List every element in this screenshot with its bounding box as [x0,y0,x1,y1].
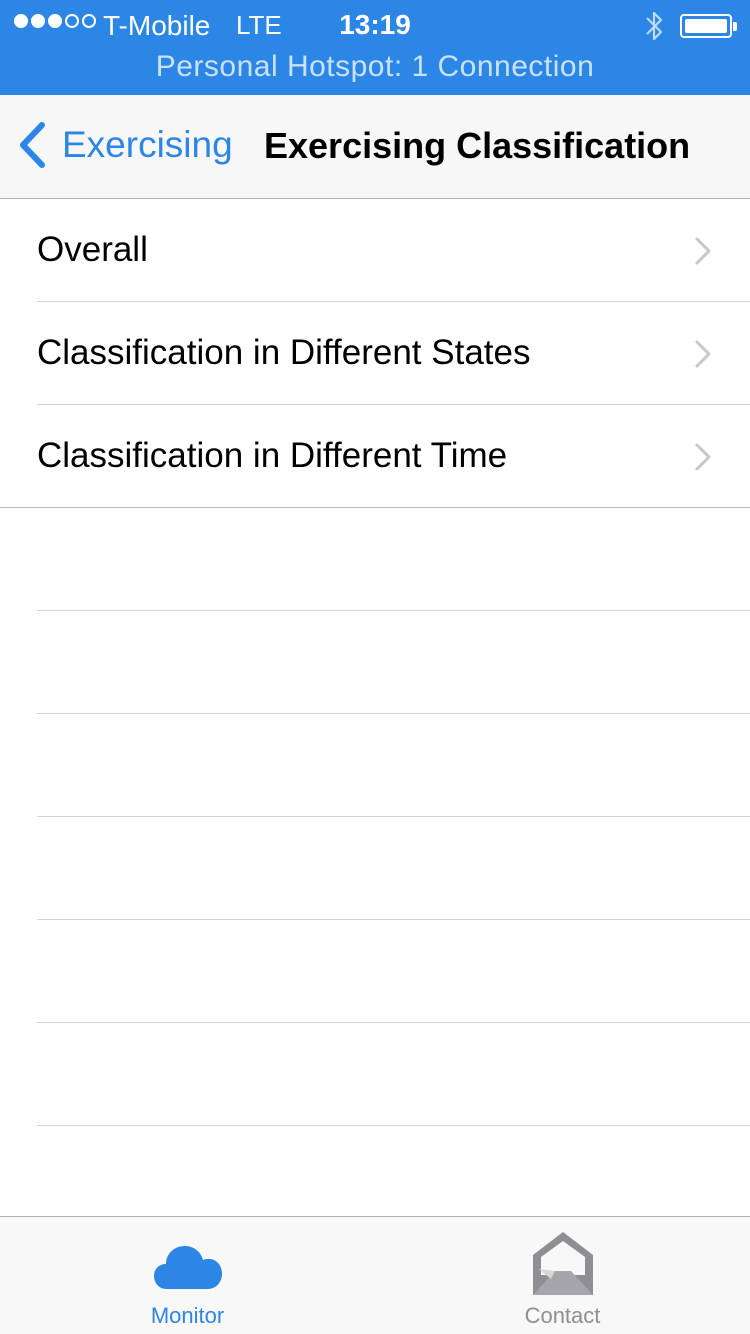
tab-bar: Monitor Contact [0,1216,750,1334]
empty-row [37,817,750,920]
navigation-bar: Exercising Exercising Classification [0,95,750,199]
chevron-right-icon [695,340,711,368]
empty-row [37,611,750,714]
clock: 13:19 [339,9,411,40]
tab-label: Contact [524,1303,601,1328]
back-button-label: Exercising [62,124,233,165]
chevron-right-icon [695,237,711,265]
envelope-icon [532,1232,593,1295]
empty-row [37,920,750,1023]
status-bar: T-Mobile LTE 13:19 Personal Hotspot: 1 C… [0,0,750,95]
list-item-overall[interactable]: Overall [37,199,750,302]
list-item-different-states[interactable]: Classification in Different States [37,302,750,405]
list-item-label: Classification in Different States [37,333,531,372]
status-row: T-Mobile LTE 13:19 [0,0,750,50]
list-item-label: Classification in Different Time [37,436,508,475]
list-item-different-time[interactable]: Classification in Different Time [0,405,750,508]
empty-row [37,508,750,611]
tab-label: Monitor [150,1303,225,1328]
battery-icon [680,14,737,38]
chevron-left-icon [20,122,45,168]
back-button[interactable]: Exercising [16,117,233,173]
bluetooth-icon [646,11,663,41]
list-item-label: Overall [37,230,148,269]
chevron-right-icon [695,443,711,471]
page-title: Exercising Classification [264,125,691,166]
empty-row [37,1023,750,1126]
classification-list: Overall Classification in Different Stat… [0,199,750,1126]
tab-monitor[interactable]: Monitor [0,1217,375,1334]
cloud-icon [153,1246,222,1289]
empty-row [37,714,750,817]
tab-contact[interactable]: Contact [375,1217,750,1334]
hotspot-banner[interactable]: Personal Hotspot: 1 Connection [0,50,750,84]
